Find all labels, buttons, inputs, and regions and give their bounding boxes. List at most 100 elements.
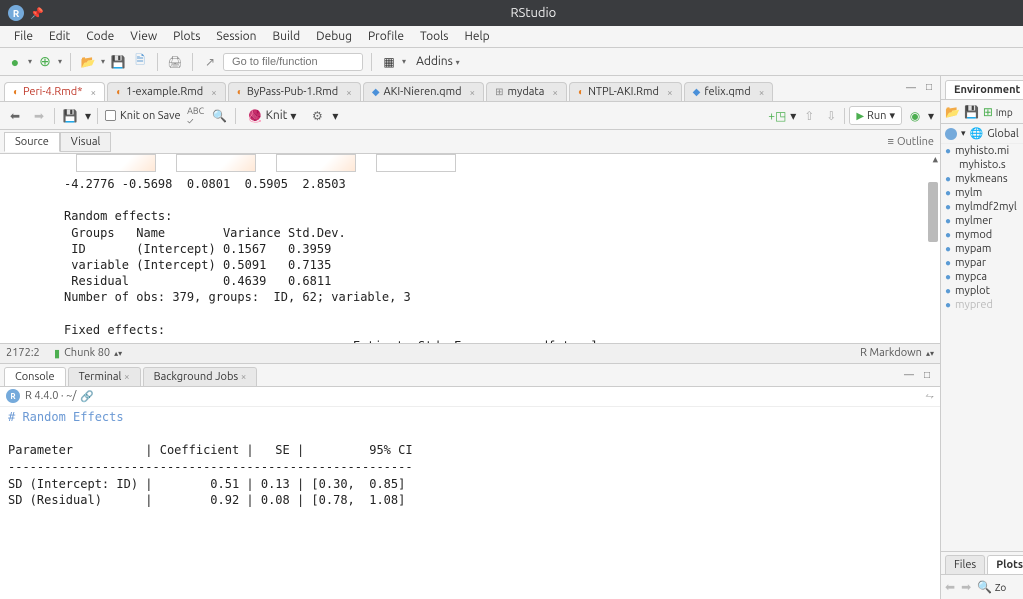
save-icon[interactable]: 💾 [109, 53, 127, 71]
close-tab-icon[interactable]: × [346, 87, 352, 98]
menu-plots[interactable]: Plots [165, 30, 208, 43]
menu-tools[interactable]: Tools [412, 30, 457, 43]
nav-down-icon[interactable]: ⇩ [822, 107, 840, 125]
import-dataset-icon[interactable]: ⊞ Imp [983, 105, 1013, 119]
plot-back-icon[interactable]: ⬅ [945, 580, 955, 594]
settings-icon[interactable]: ⚙ [308, 107, 326, 125]
env-item[interactable]: ●mypca [941, 270, 1023, 284]
maximize-console-icon[interactable]: □ [920, 368, 934, 382]
env-item[interactable]: ●mypred [941, 298, 1023, 312]
env-item[interactable]: ●mylmer [941, 214, 1023, 228]
knit-on-save-checkbox[interactable]: Knit on Save [104, 109, 181, 122]
scroll-up-icon[interactable]: ▲ [933, 154, 938, 166]
menu-view[interactable]: View [122, 30, 165, 43]
minimize-console-icon[interactable]: — [902, 368, 916, 382]
plot-thumbnail[interactable] [176, 154, 256, 172]
chunk-nav[interactable]: ▮ Chunk 80 ▴▾ [54, 347, 122, 360]
file-tab[interactable]: mydata× [486, 82, 567, 101]
env-item[interactable]: ●mykmeans [941, 172, 1023, 186]
env-item[interactable]: myhisto.s [941, 158, 1023, 172]
env-item[interactable]: ●myplot [941, 284, 1023, 298]
new-file-icon[interactable]: ● [6, 53, 24, 71]
tab-files[interactable]: Files [945, 555, 985, 574]
console-link-icon[interactable]: 🔗 [80, 390, 94, 403]
insert-chunk-icon[interactable]: +◳ [768, 107, 786, 125]
spellcheck-icon[interactable]: ABC✓ [187, 107, 205, 125]
console-clear-icon[interactable]: ⥊ [925, 390, 934, 403]
source-mode-button[interactable]: Source [4, 132, 60, 152]
close-tab-icon[interactable]: × [667, 87, 673, 98]
menu-edit[interactable]: Edit [41, 30, 78, 43]
tab-terminal[interactable]: Terminal × [68, 367, 141, 386]
menu-debug[interactable]: Debug [308, 30, 360, 43]
editor-content[interactable]: -4.2776 -0.5698 0.0801 0.5905 2.8503 Ran… [0, 176, 940, 343]
scrollbar-thumb[interactable] [928, 182, 938, 242]
goto-file-input[interactable] [223, 53, 363, 71]
menubar: File Edit Code View Plots Session Build … [0, 26, 1023, 48]
tab-plots[interactable]: Plots [987, 555, 1023, 574]
plot-thumbnail[interactable] [76, 154, 156, 172]
save-source-icon[interactable]: 💾 [61, 107, 79, 125]
close-tab-icon[interactable]: × [759, 87, 765, 98]
save-all-icon[interactable]: 🗎 [131, 53, 149, 71]
menu-build[interactable]: Build [265, 30, 309, 43]
menu-code[interactable]: Code [78, 30, 122, 43]
visual-mode-button[interactable]: Visual [60, 132, 112, 152]
tab-environment[interactable]: Environment [945, 80, 1023, 99]
object-name: mymod [955, 229, 992, 241]
pin-icon[interactable]: 📌 [30, 7, 44, 20]
close-tab-icon[interactable]: × [470, 87, 476, 98]
knit-button[interactable]: 🧶Knit ▾ [242, 107, 303, 125]
editor-scrollbar[interactable]: ▲ [926, 154, 938, 343]
environment-scope[interactable]: ▾ 🌐 Global [941, 124, 1023, 144]
env-item[interactable]: ●mylm [941, 186, 1023, 200]
menu-session[interactable]: Session [208, 30, 264, 43]
env-item[interactable]: ●myhisto.mi [941, 144, 1023, 158]
nav-up-icon[interactable]: ⇧ [800, 107, 818, 125]
file-type-selector[interactable]: R Markdown ▴▾ [860, 347, 934, 359]
open-icon[interactable]: 📂 [79, 53, 97, 71]
back-icon[interactable]: ⬅ [6, 107, 24, 125]
minimize-pane-icon[interactable]: — [904, 80, 918, 94]
file-tab[interactable]: Peri-4.Rmd*× [4, 82, 105, 101]
publish-icon[interactable]: ◉ [906, 107, 924, 125]
plot-forward-icon[interactable]: ➡ [961, 580, 971, 594]
source-toolbar: ⬅ ➡ 💾▾ Knit on Save ABC✓ 🔍 🧶Knit ▾ ⚙▾ +◳… [0, 102, 940, 130]
outline-button[interactable]: ≡ Outline [888, 136, 934, 148]
file-tab[interactable]: 1-example.Rmd× [107, 82, 226, 101]
env-item[interactable]: ●mypam [941, 242, 1023, 256]
tab-console[interactable]: Console [4, 367, 66, 386]
menu-profile[interactable]: Profile [360, 30, 412, 43]
file-tab[interactable]: AKI-Nieren.qmd× [363, 82, 484, 101]
tab-background-jobs[interactable]: Background Jobs × [143, 367, 258, 386]
close-tab-icon[interactable]: × [211, 87, 217, 98]
env-item[interactable]: ●mymod [941, 228, 1023, 242]
save-workspace-icon[interactable]: 💾 [964, 105, 979, 119]
forward-icon[interactable]: ➡ [30, 107, 48, 125]
plot-thumbnail[interactable] [276, 154, 356, 172]
file-tab[interactable]: ByPass-Pub-1.Rmd× [228, 82, 361, 101]
editor[interactable]: -4.2776 -0.5698 0.0801 0.5905 2.8503 Ran… [0, 154, 940, 343]
menu-help[interactable]: Help [456, 30, 497, 43]
menu-file[interactable]: File [6, 30, 41, 43]
zoom-icon[interactable]: 🔍 Zo [977, 580, 1006, 594]
maximize-pane-icon[interactable]: □ [922, 80, 936, 94]
addins-menu[interactable]: Addins ▾ [410, 53, 466, 70]
app-logo: R [8, 5, 24, 21]
cursor-position[interactable]: 2172:2 [6, 347, 54, 359]
close-tab-icon[interactable]: × [552, 87, 558, 98]
object-icon: ● [945, 285, 951, 297]
plot-thumbnail[interactable] [376, 154, 456, 172]
grid-icon[interactable]: ▦ [380, 53, 398, 71]
print-icon[interactable]: 🖨 [166, 53, 184, 71]
load-workspace-icon[interactable]: 📂 [945, 105, 960, 119]
env-item[interactable]: ●mypar [941, 256, 1023, 270]
file-tab[interactable]: felix.qmd× [684, 82, 774, 101]
console-output[interactable]: # Random Effects Parameter | Coefficient… [0, 407, 940, 599]
run-button[interactable]: ▶Run ▾ [849, 106, 902, 125]
close-tab-icon[interactable]: × [90, 87, 96, 98]
new-project-icon[interactable]: ⊕ [36, 53, 54, 71]
env-item[interactable]: ●mylmdf2myl [941, 200, 1023, 214]
find-icon[interactable]: 🔍 [211, 107, 229, 125]
file-tab[interactable]: NTPL-AKI.Rmd× [569, 82, 682, 101]
